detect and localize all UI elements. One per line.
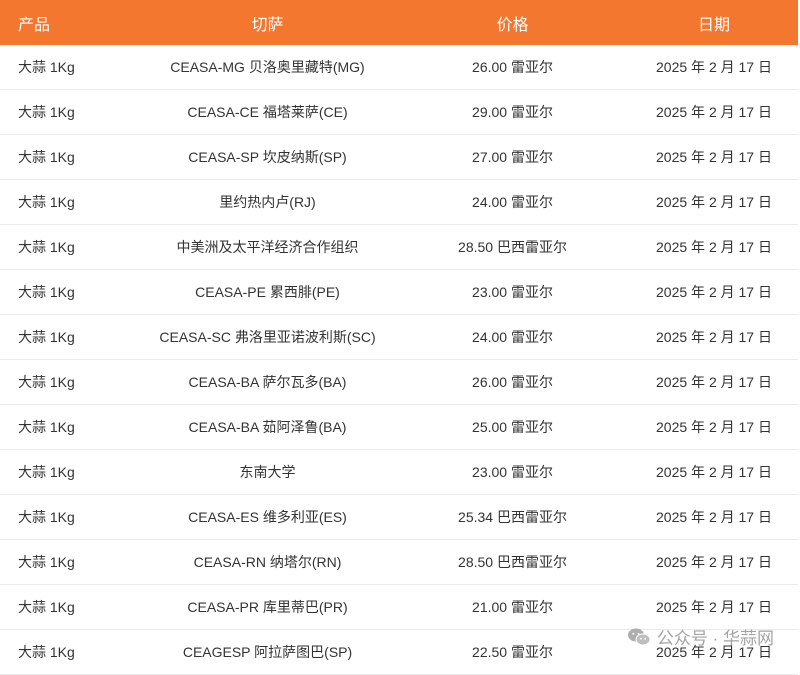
cell-price: 22.50 雷亚尔 bbox=[472, 644, 553, 661]
cell-market: CEASA-BA 茹阿泽鲁(BA) bbox=[188, 419, 347, 436]
cell-price: 28.50 巴西雷亚尔 bbox=[458, 239, 567, 256]
cell-product: 大蒜 1Kg bbox=[18, 554, 75, 571]
cell-price: 23.00 雷亚尔 bbox=[472, 464, 553, 481]
cell-price: 27.00 雷亚尔 bbox=[472, 149, 553, 166]
cell-product: 大蒜 1Kg bbox=[18, 374, 75, 391]
cell-product: 大蒜 1Kg bbox=[18, 284, 75, 301]
cell-date: 2025 年 2 月 17 日 bbox=[656, 554, 772, 571]
cell-date: 2025 年 2 月 17 日 bbox=[656, 104, 772, 121]
table-row: 大蒜 1Kg CEASA-CE 福塔莱萨(CE) 29.00 雷亚尔 2025 … bbox=[0, 90, 798, 135]
cell-market: CEASA-CE 福塔莱萨(CE) bbox=[187, 104, 348, 121]
cell-date: 2025 年 2 月 17 日 bbox=[656, 194, 772, 211]
cell-date: 2025 年 2 月 17 日 bbox=[656, 509, 772, 526]
cell-price: 25.00 雷亚尔 bbox=[472, 419, 553, 436]
cell-product: 大蒜 1Kg bbox=[18, 59, 75, 76]
cell-date: 2025 年 2 月 17 日 bbox=[656, 464, 772, 481]
table-row: 大蒜 1Kg CEASA-SP 坎皮纳斯(SP) 27.00 雷亚尔 2025 … bbox=[0, 135, 798, 180]
cell-product: 大蒜 1Kg bbox=[18, 239, 75, 256]
cell-date: 2025 年 2 月 17 日 bbox=[656, 59, 772, 76]
cell-date: 2025 年 2 月 17 日 bbox=[656, 419, 772, 436]
cell-market: 里约热内卢(RJ) bbox=[219, 194, 316, 211]
cell-product: 大蒜 1Kg bbox=[18, 599, 75, 616]
cell-market: CEASA-PE 累西腓(PE) bbox=[195, 284, 340, 301]
cell-price: 23.00 雷亚尔 bbox=[472, 284, 553, 301]
cell-date: 2025 年 2 月 17 日 bbox=[656, 149, 772, 166]
header-price: 价格 bbox=[496, 16, 529, 34]
cell-market: CEASA-SP 坎皮纳斯(SP) bbox=[188, 149, 347, 166]
cell-price: 26.00 雷亚尔 bbox=[472, 59, 553, 76]
cell-price: 21.00 雷亚尔 bbox=[472, 599, 553, 616]
table-row: 大蒜 1Kg CEASA-RN 纳塔尔(RN) 28.50 巴西雷亚尔 2025… bbox=[0, 540, 798, 585]
cell-date: 2025 年 2 月 17 日 bbox=[656, 374, 772, 391]
cell-market: CEASA-SC 弗洛里亚诺波利斯(SC) bbox=[159, 329, 376, 346]
cell-product: 大蒜 1Kg bbox=[18, 464, 75, 481]
table-row: 大蒜 1Kg CEASA-BA 萨尔瓦多(BA) 26.00 雷亚尔 2025 … bbox=[0, 360, 798, 405]
cell-market: CEASA-MG 贝洛奥里藏特(MG) bbox=[170, 59, 365, 76]
cell-price: 25.34 巴西雷亚尔 bbox=[458, 509, 567, 526]
table-row: 大蒜 1Kg CEASA-BA 茹阿泽鲁(BA) 25.00 雷亚尔 2025 … bbox=[0, 405, 798, 450]
wechat-icon bbox=[627, 627, 651, 647]
cell-product: 大蒜 1Kg bbox=[18, 104, 75, 121]
cell-market: 东南大学 bbox=[239, 464, 296, 481]
price-table: 产品 切萨 价格 日期 大蒜 1Kg CEASA-MG 贝洛奥里藏特(MG) 2… bbox=[0, 0, 798, 675]
table-row: 大蒜 1Kg 东南大学 23.00 雷亚尔 2025 年 2 月 17 日 bbox=[0, 450, 798, 495]
table-row: 大蒜 1Kg CEASA-MG 贝洛奥里藏特(MG) 26.00 雷亚尔 202… bbox=[0, 45, 798, 90]
table-row: 大蒜 1Kg 里约热内卢(RJ) 24.00 雷亚尔 2025 年 2 月 17… bbox=[0, 180, 798, 225]
cell-market: CEASA-ES 维多利亚(ES) bbox=[188, 509, 347, 526]
header-product: 产品 bbox=[18, 16, 51, 34]
cell-product: 大蒜 1Kg bbox=[18, 194, 75, 211]
cell-date: 2025 年 2 月 17 日 bbox=[656, 239, 772, 256]
table-row: 大蒜 1Kg CEASA-ES 维多利亚(ES) 25.34 巴西雷亚尔 202… bbox=[0, 495, 798, 540]
cell-product: 大蒜 1Kg bbox=[18, 149, 75, 166]
cell-market: CEASA-BA 萨尔瓦多(BA) bbox=[188, 374, 347, 391]
cell-date: 2025 年 2 月 17 日 bbox=[656, 284, 772, 301]
cell-market: CEAGESP 阿拉萨图巴(SP) bbox=[182, 644, 353, 661]
cell-market: CEASA-RN 纳塔尔(RN) bbox=[193, 554, 342, 571]
cell-market: 中美洲及太平洋经济合作组织 bbox=[176, 239, 359, 256]
table-row: 大蒜 1Kg CEASA-PE 累西腓(PE) 23.00 雷亚尔 2025 年… bbox=[0, 270, 798, 315]
cell-product: 大蒜 1Kg bbox=[18, 644, 75, 661]
header-market: 切萨 bbox=[251, 16, 284, 34]
cell-product: 大蒜 1Kg bbox=[18, 419, 75, 436]
cell-product: 大蒜 1Kg bbox=[18, 329, 75, 346]
cell-product: 大蒜 1Kg bbox=[18, 509, 75, 526]
table-row: 大蒜 1Kg 中美洲及太平洋经济合作组织 28.50 巴西雷亚尔 2025 年 … bbox=[0, 225, 798, 270]
watermark-text: 公众号 · 华蒜网 bbox=[656, 629, 774, 648]
cell-price: 24.00 雷亚尔 bbox=[472, 194, 553, 211]
price-table-container: 产品 切萨 价格 日期 大蒜 1Kg CEASA-MG 贝洛奥里藏特(MG) 2… bbox=[0, 0, 798, 675]
cell-price: 28.50 巴西雷亚尔 bbox=[458, 554, 567, 571]
table-row: 大蒜 1Kg CEASA-SC 弗洛里亚诺波利斯(SC) 24.00 雷亚尔 2… bbox=[0, 315, 798, 360]
cell-price: 24.00 雷亚尔 bbox=[472, 329, 553, 346]
header-date: 日期 bbox=[697, 16, 730, 34]
cell-market: CEASA-PR 库里蒂巴(PR) bbox=[187, 599, 348, 616]
watermark: 公众号 · 华蒜网 bbox=[627, 624, 774, 649]
cell-price: 26.00 雷亚尔 bbox=[472, 374, 553, 391]
table-header-row: 产品 切萨 价格 日期 bbox=[0, 0, 798, 45]
cell-price: 29.00 雷亚尔 bbox=[472, 104, 553, 121]
cell-date: 2025 年 2 月 17 日 bbox=[656, 329, 772, 346]
